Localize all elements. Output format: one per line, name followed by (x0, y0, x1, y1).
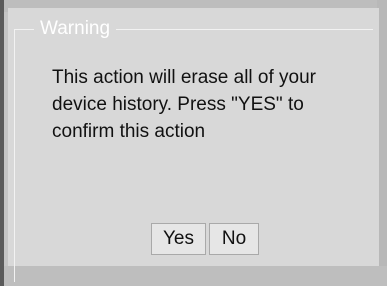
warning-message: This action will erase all of your devic… (52, 67, 316, 142)
dialog-title: Warning (34, 17, 117, 41)
dialog-button-row: Yes No (151, 223, 259, 255)
no-button[interactable]: No (209, 223, 259, 255)
yes-button[interactable]: Yes (151, 223, 206, 255)
screen-background: Warning This action will erase all of yo… (0, 0, 387, 286)
window-border-left (0, 0, 4, 286)
